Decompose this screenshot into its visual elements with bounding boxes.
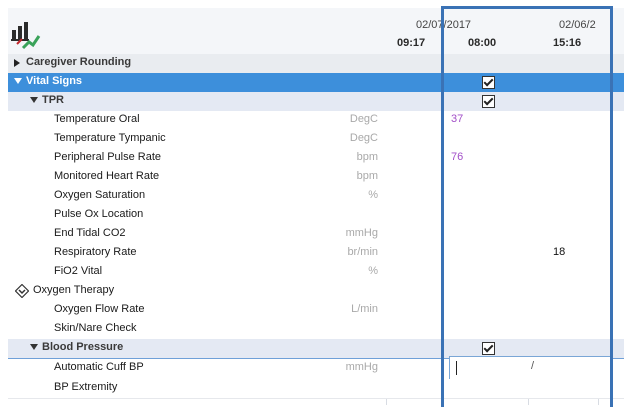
row-unit: mmHg [345,227,378,239]
date-header: 02/06/2 [559,19,596,31]
collapse-arrow-icon[interactable] [30,97,38,103]
row-label: BP Extremity [54,381,118,393]
row-oxygen-saturation[interactable]: Oxygen Saturation % [8,187,624,207]
row-respiratory-rate[interactable]: Respiratory Rate br/min 18 [8,244,624,264]
row-label: Monitored Heart Rate [54,170,160,182]
subsection-checkbox[interactable] [482,95,495,108]
time-header[interactable]: 09:17 [397,37,425,49]
section-vital-signs[interactable]: Vital Signs [8,73,624,93]
row-label: Temperature Tympanic [54,132,166,144]
flowsheet-chart-icon [11,22,41,50]
row-label: Oxygen Therapy [33,284,115,296]
row-automatic-cuff-bp[interactable]: Automatic Cuff BP mmHg / [8,356,624,381]
row-oxygen-flow-rate[interactable]: Oxygen Flow Rate L/min [8,301,624,321]
row-label: Pulse Ox Location [54,208,144,220]
row-pulse-ox-location[interactable]: Pulse Ox Location [8,206,624,226]
row-unit: DegC [349,132,378,144]
row-label: Automatic Cuff BP [54,361,144,373]
row-unit: bpm [356,151,378,163]
row-bp-extremity[interactable]: BP Extremity [8,379,624,399]
row-label: Respiratory Rate [54,246,137,258]
subsection-label: Blood Pressure [42,341,124,353]
row-unit: bpm [356,170,378,182]
row-label: Oxygen Saturation [54,189,146,201]
row-unit: % [368,189,378,201]
row-oxygen-therapy[interactable]: Oxygen Therapy [8,282,624,302]
row-unit: % [368,265,378,277]
column-highlight-frame [610,6,613,407]
row-label: End Tidal CO2 [54,227,126,239]
row-unit: mmHg [345,361,378,373]
bp-entry-field[interactable]: / [449,356,611,381]
flowsheet-header: 02/07/2017 02/06/2 09:17 08:00 15:16 [8,8,624,55]
result-value[interactable]: 76 [451,151,463,163]
section-caregiver-rounding[interactable]: Caregiver Rounding [8,54,624,74]
row-end-tidal-co2[interactable]: End Tidal CO2 mmHg [8,225,624,245]
expand-diamond-icon[interactable] [15,284,29,298]
row-label: FiO2 Vital [54,265,103,277]
row-label: Peripheral Pulse Rate [54,151,162,163]
row-monitored-heart-rate[interactable]: Monitored Heart Rate bpm [8,168,624,188]
row-peripheral-pulse-rate[interactable]: Peripheral Pulse Rate bpm 76 [8,149,624,169]
row-temperature-oral[interactable]: Temperature Oral DegC 37 [8,111,624,131]
section-checkbox[interactable] [482,76,495,89]
column-highlight-frame [441,6,444,407]
bp-separator: / [531,360,535,372]
subsection-label: TPR [42,94,64,106]
row-skin-nare-check[interactable]: Skin/Nare Check [8,320,624,340]
row-unit: L/min [351,303,378,315]
row-label: Oxygen Flow Rate [54,303,145,315]
collapse-arrow-icon[interactable] [14,78,22,84]
row-label: Temperature Oral [54,113,140,125]
column-highlight-frame [441,6,613,9]
result-value[interactable]: 18 [553,246,565,258]
section-label: Caregiver Rounding [26,56,132,68]
flowsheet-grid: 02/07/2017 02/06/2 09:17 08:00 15:16 Car… [8,8,624,405]
row-unit: br/min [347,246,378,258]
result-value[interactable]: 37 [451,113,463,125]
row-fio2-vital[interactable]: FiO2 Vital % [8,263,624,283]
subsection-checkbox[interactable] [482,342,495,355]
row-unit: DegC [349,113,378,125]
section-label: Vital Signs [26,75,83,87]
time-header[interactable]: 08:00 [468,37,496,49]
collapse-arrow-icon[interactable] [30,344,38,350]
subsection-tpr[interactable]: TPR [8,92,624,112]
text-caret [456,361,457,375]
row-label: Skin/Nare Check [54,322,137,334]
time-header[interactable]: 15:16 [553,37,581,49]
row-temperature-tympanic[interactable]: Temperature Tympanic DegC [8,130,624,150]
expand-arrow-icon[interactable] [14,59,20,67]
